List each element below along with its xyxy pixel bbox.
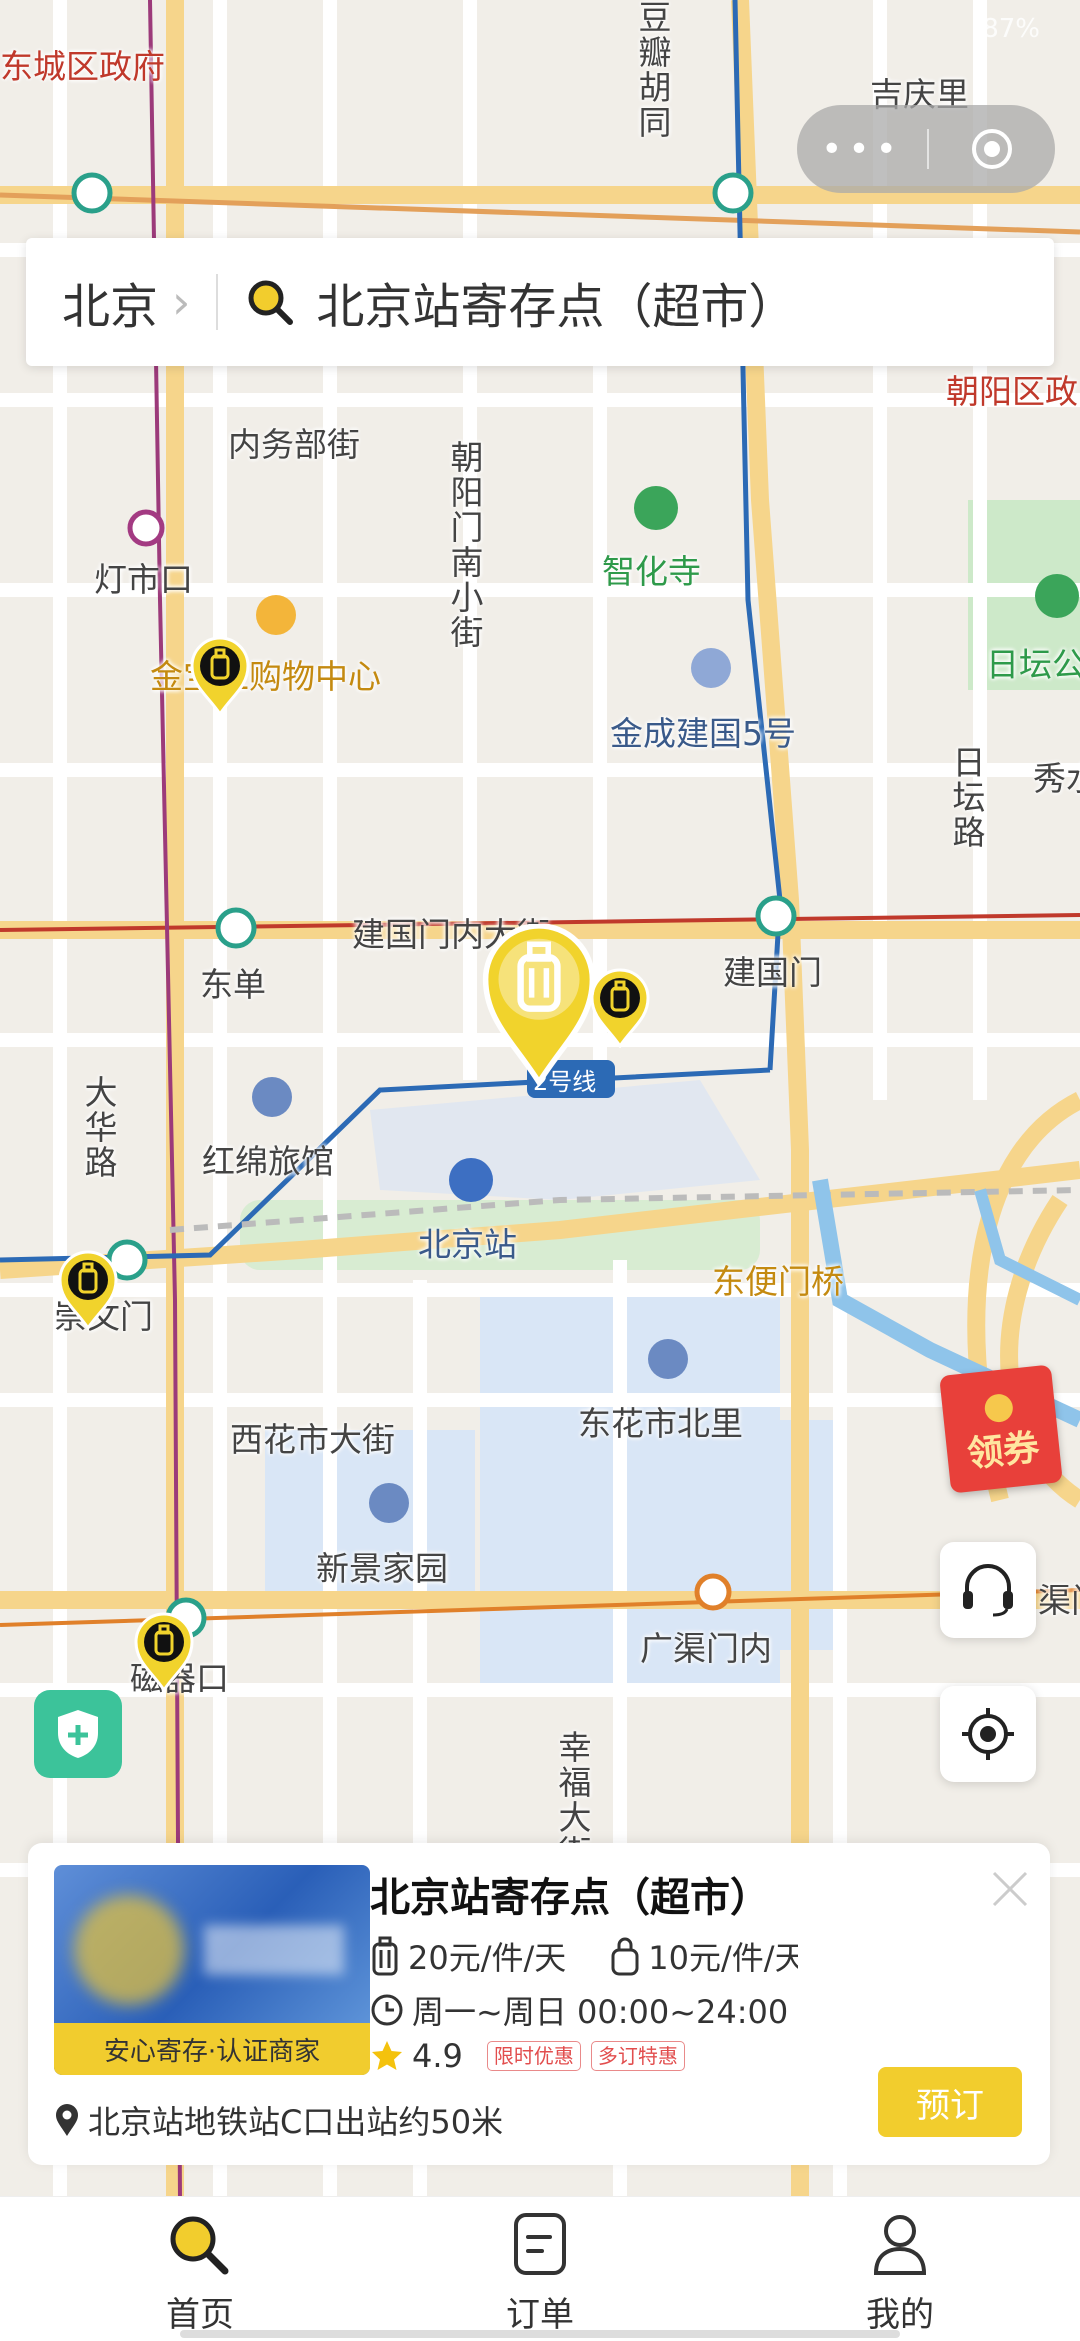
more-icon[interactable]: ••• [797, 129, 927, 170]
book-button[interactable]: 预订 [878, 2067, 1022, 2137]
tab-label: 订单 [506, 2295, 574, 2335]
miniprogram-capsule: ••• [797, 105, 1055, 193]
search-icon [244, 276, 296, 328]
hours-row: 周一~周日 00:00~24:00 [370, 1987, 788, 2033]
map-label-guangqu: 广渠门内 [640, 1629, 772, 1668]
rating-row: 4.9 限时优惠 多订特惠 [370, 2037, 685, 2075]
tab-orders[interactable]: 订单 [440, 2211, 640, 2336]
tab-label: 首页 [166, 2295, 234, 2335]
map-label-dahualu: 大华路 [79, 1075, 118, 1180]
coupon-seal-icon [983, 1392, 1015, 1424]
store-card[interactable]: 安心寄存·认证商家 北京站寄存点（超市） 20元/件/天 10元/件/天 周一~… [28, 1843, 1050, 2165]
search-input[interactable]: 北京站寄存点（超市） [316, 267, 796, 337]
coupon-button[interactable]: 领券 [939, 1364, 1063, 1494]
shield-icon [58, 1710, 98, 1758]
chevron-right-icon: › [172, 275, 191, 329]
map-label-neiwubu: 内务部街 [228, 425, 360, 464]
map-label-xinjing: 新景家园 [316, 1549, 448, 1588]
search-divider [216, 274, 219, 330]
map-label-dongbianmen: 东便门桥 [712, 1262, 844, 1301]
address-row: 北京站地铁站C口出站约50米 [54, 2097, 503, 2143]
map-label-mall: 金宝汇购物中心 [150, 657, 381, 696]
star-icon [370, 2039, 404, 2073]
tab-bar: 首页 订单 我的 [0, 2196, 1080, 2341]
map-label-beijingzhan: 北京站 [418, 1225, 517, 1264]
search-bar: 北京 › 北京站寄存点（超市） [26, 238, 1054, 366]
tab-home[interactable]: 首页 [100, 2211, 300, 2336]
map-label-qumen: 渠门 [1038, 1581, 1080, 1620]
rating-value: 4.9 [412, 2037, 463, 2075]
tab-profile[interactable]: 我的 [800, 2211, 1000, 2336]
map-label-xihuashi: 西花市大街 [230, 1420, 395, 1459]
map-label-hongmian: 红绵旅馆 [202, 1142, 334, 1181]
luggage-pin[interactable] [56, 1250, 120, 1330]
clock-icon [370, 1993, 404, 2027]
map-label-chaoyangmennan: 朝阳门南小街 [445, 440, 484, 650]
map-label-dongdan: 东单 [200, 965, 266, 1004]
customer-service-button[interactable] [940, 1542, 1036, 1638]
close-miniprogram-icon[interactable] [929, 126, 1055, 172]
battery-level: 87% [982, 14, 1040, 44]
map-label-zhihua: 智化寺 [602, 552, 701, 591]
luggage-pin[interactable] [132, 1612, 196, 1692]
store-title: 北京站寄存点（超市） [370, 1875, 770, 1921]
map-label-ritanlu: 日坛路 [947, 745, 986, 850]
store-address: 北京站地铁站C口出站约50米 [88, 2103, 504, 2141]
shield-button[interactable] [34, 1690, 122, 1778]
price-large: 20元/件/天 [408, 1939, 567, 1977]
map-label-dengshikou: 灯市口 [94, 560, 193, 599]
status-bar: 87% [0, 0, 1080, 60]
map-label-jincheng: 金成建国5号 [610, 714, 796, 753]
profile-icon [873, 2215, 927, 2275]
promo-tag: 限时优惠 [486, 2041, 581, 2071]
selected-luggage-pin[interactable] [480, 924, 598, 1086]
opening-hours: 周一~周日 00:00~24:00 [412, 1993, 789, 2031]
location-pin-icon [54, 2103, 80, 2137]
promo-tag: 多订特惠 [590, 2041, 685, 2071]
water-area [640, 1420, 840, 1650]
store-photo-detail [204, 1925, 344, 1975]
close-card-icon[interactable] [980, 1859, 1040, 1919]
store-photo-detail [74, 1895, 184, 2005]
coupon-label: 领券 [965, 1427, 1042, 1476]
headset-icon [963, 1564, 1013, 1617]
map-label-xiu: 秀水 [1033, 759, 1080, 798]
large-luggage-icon [370, 1936, 400, 1976]
locate-button[interactable] [940, 1686, 1036, 1782]
city-selector[interactable]: 北京 › [26, 267, 190, 337]
home-indicator [180, 2330, 900, 2338]
map-label-ritan: 日坛公 [986, 645, 1080, 684]
search-icon [170, 2216, 229, 2275]
price-row: 20元/件/天 10元/件/天 [370, 1933, 798, 1979]
price-small: 10元/件/天 [648, 1939, 799, 1977]
store-photo: 安心寄存·认证商家 [54, 1865, 370, 2075]
map-label-jianguomen: 建国门 [723, 953, 822, 992]
map-label-donghuashi: 东花市北里 [578, 1404, 743, 1443]
city-label: 北京 [62, 279, 159, 335]
order-icon [514, 2213, 566, 2275]
certified-badge: 安心寄存·认证商家 [54, 2023, 370, 2075]
luggage-pin[interactable] [188, 636, 252, 716]
locate-icon [962, 1708, 1014, 1760]
bag-icon [610, 1936, 640, 1976]
tab-label: 我的 [866, 2295, 934, 2335]
map-label-chaoyang-gov: 朝阳区政 [946, 372, 1078, 411]
